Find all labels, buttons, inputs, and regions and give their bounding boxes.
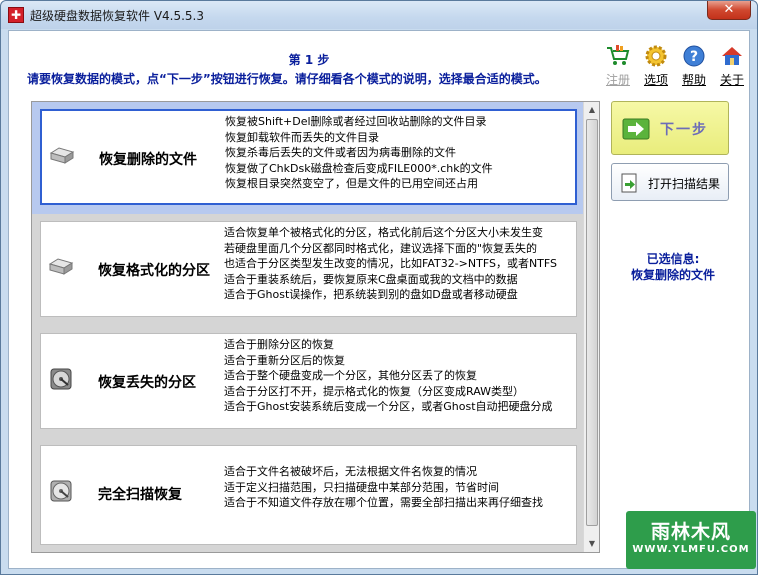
open-scan-result-button[interactable]: 打开扫描结果 [611, 163, 729, 201]
scrollbar-thumb[interactable] [586, 119, 598, 526]
description-line: 恢复被Shift+Del删除或者经过回收站删除的文件目录 [225, 115, 487, 128]
description-line: 适合于Ghost误操作，把系统装到别的盘如D盘或者移动硬盘 [224, 288, 518, 301]
description-line: 适合于分区打不开，提示格式化的恢复（分区变成RAW类型） [224, 384, 524, 398]
mode-item-full-scan[interactable]: 完全扫描恢复 适合于文件名被破坏后，无法根据文件名恢复的情况 适于定义扫描范围，… [32, 438, 584, 552]
mode-item-recover-formatted[interactable]: 恢复格式化的分区 适合恢复单个被格式化的分区，格式化前后这个分区大小未发生变 若… [32, 214, 584, 326]
window-title: 超级硬盘数据恢复软件 V4.5.5.3 [30, 9, 205, 23]
disk-platter-icon [50, 368, 72, 390]
options-button[interactable]: 选项 [637, 43, 675, 88]
mode-name: 恢复格式化的分区 [98, 263, 210, 279]
description-line: 恢复做了ChkDsk磁盘检查后变成FILE000*.chk的文件 [225, 161, 493, 175]
about-button[interactable]: 关于 [713, 43, 751, 88]
scroll-up-icon[interactable]: ▲ [587, 105, 597, 115]
description-line: 若硬盘里面几个分区都同时格式化，建议选择下面的"恢复丢失的 [224, 241, 538, 255]
mode-name: 完全扫描恢复 [98, 487, 182, 503]
register-button[interactable]: 注册 [599, 43, 637, 88]
gear-icon [643, 43, 669, 69]
mode-list[interactable]: 恢复删除的文件 恢复被Shift+Del删除或者经过回收站删除的文件目录 恢复卸… [31, 101, 600, 553]
description-line: 适合于重装系统后，要恢复原来C盘桌面或我的文档中的数据 [224, 272, 518, 286]
step-title: 第 1 步 [288, 53, 330, 67]
register-label: 注册 [605, 73, 630, 87]
mode-name: 恢复删除的文件 [99, 152, 197, 168]
description-line: 恢复根目录突然变空了，但是文件的已用空间还占用 [225, 177, 478, 190]
description-line: 适合于删除分区的恢复 [224, 338, 334, 351]
description-line: 适合于Ghost安装系统后变成一个分区，或者Ghost自动把硬盘分成 [224, 400, 553, 413]
help-label: 帮助 [681, 73, 706, 87]
mode-name: 恢复丢失的分区 [98, 375, 196, 391]
main-panel: 第 1 步 请要恢复数据的模式，点“下一步”按钮进行恢复。请仔细看各个模式的说明… [8, 30, 750, 569]
watermark-logo: 雨林木风 WWW.YLMFU.COM [626, 511, 756, 569]
home-icon [719, 43, 745, 69]
description-line: 适合于不知道文件存放在哪个位置，需要全部扫描出来再仔细查找 [224, 496, 543, 509]
arrow-right-icon [622, 118, 650, 140]
next-step-button[interactable]: 下一步 [611, 101, 729, 155]
next-step-label: 下一步 [660, 122, 708, 138]
svg-text:?: ? [690, 49, 698, 65]
selection-info-value: 恢复删除的文件 [630, 268, 715, 282]
top-toolbar: 注册 选项 ? 帮助 关于 [599, 43, 751, 88]
description-line: 也适合于分区类型发生改变的情况，比如FAT32->NTFS，或者NTFS [224, 257, 558, 270]
watermark-url: WWW.YLMFU.COM [632, 544, 750, 555]
cart-icon [605, 43, 631, 69]
list-scrollbar[interactable]: ▲ ▼ [583, 102, 599, 552]
app-window: ✚ 超级硬盘数据恢复软件 V4.5.5.3 ✕ 第 1 步 请要恢复数据的模式，… [0, 0, 758, 575]
description-line: 适合于文件名被破坏后，无法根据文件名恢复的情况 [224, 465, 477, 478]
about-label: 关于 [719, 73, 744, 87]
description-line: 适合于重新分区后的恢复 [224, 353, 345, 367]
mode-description: 适合于删除分区的恢复 适合于重新分区后的恢复 适合于整个硬盘变成一个分区，其他分… [224, 337, 574, 415]
selection-info: 已选信息: 恢复删除的文件 [604, 251, 742, 283]
mode-item-recover-deleted[interactable]: 恢复删除的文件 恢复被Shift+Del删除或者经过回收站删除的文件目录 恢复卸… [32, 102, 584, 214]
hdd-icon [48, 258, 74, 275]
help-button[interactable]: ? 帮助 [675, 43, 713, 88]
watermark-title: 雨林木风 [650, 521, 731, 543]
description-line: 适合恢复单个被格式化的分区，格式化前后这个分区大小未发生变 [224, 226, 543, 239]
open-scan-result-label: 打开扫描结果 [648, 177, 721, 191]
mode-description: 恢复被Shift+Del删除或者经过回收站删除的文件目录 恢复卸载软件而丢失的文… [225, 114, 575, 192]
scroll-down-icon[interactable]: ▼ [587, 539, 597, 549]
mode-description: 适合恢复单个被格式化的分区，格式化前后这个分区大小未发生变 若硬盘里面几个分区都… [224, 225, 574, 303]
mode-item-recover-lost-partition[interactable]: 恢复丢失的分区 适合于删除分区的恢复 适合于重新分区后的恢复 适合于整个硬盘变成… [32, 326, 584, 438]
disk-platter-icon [50, 480, 72, 502]
close-button[interactable]: ✕ [707, 1, 751, 20]
step-instruction: 请要恢复数据的模式，点“下一步”按钮进行恢复。请仔细看各个模式的说明，选择最合适… [27, 72, 547, 86]
help-icon: ? [681, 43, 707, 69]
selection-info-label: 已选信息: [646, 252, 700, 266]
options-label: 选项 [643, 73, 668, 87]
hdd-icon [49, 147, 75, 164]
mode-description: 适合于文件名被破坏后，无法根据文件名恢复的情况 适于定义扫描范围，只扫描硬盘中某… [224, 464, 574, 511]
description-line: 适合于整个硬盘变成一个分区，其他分区丢了的恢复 [224, 369, 477, 382]
open-file-icon [621, 173, 637, 193]
description-line: 恢复卸载软件而丢失的文件目录 [225, 130, 379, 144]
app-logo-icon: ✚ [8, 7, 24, 23]
description-line: 恢复杀毒后丢失的文件或者因为病毒删除的文件 [225, 146, 456, 159]
title-bar[interactable]: ✚ 超级硬盘数据恢复软件 V4.5.5.3 ✕ [1, 1, 757, 29]
description-line: 适于定义扫描范围，只扫描硬盘中某部分范围，节省时间 [224, 480, 499, 494]
